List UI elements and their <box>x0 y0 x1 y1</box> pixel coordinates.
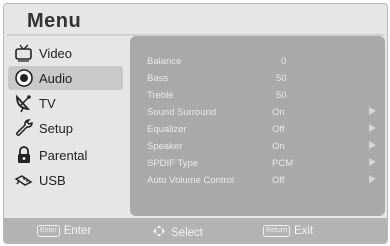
submenu-arrow-icon <box>369 175 376 183</box>
sidebar-item-label: Setup <box>39 120 73 136</box>
setting-row-equalizer[interactable]: Equalizer Off <box>130 121 385 138</box>
usb-plug-icon <box>14 170 34 190</box>
setting-value: PCM <box>272 158 294 169</box>
sidebar-item-usb[interactable]: USB <box>8 168 123 192</box>
submenu-arrow-icon <box>369 124 376 132</box>
sidebar-item-parental[interactable]: Parental <box>8 143 123 167</box>
setting-value: Off <box>272 175 285 186</box>
select-hint-label: Select <box>171 226 203 239</box>
sidebar-item-audio[interactable]: Audio <box>8 66 123 90</box>
setting-value: Off <box>272 124 285 135</box>
navigate-arrows-icon <box>152 225 166 240</box>
setting-label: SPDIF Type <box>147 158 199 169</box>
wrench-icon <box>14 118 34 138</box>
footer-hint-bar: Enter Enter Select Return Exit <box>4 218 387 243</box>
satellite-dish-icon <box>14 93 34 113</box>
setting-value: On <box>272 107 285 118</box>
submenu-arrow-icon <box>369 141 376 149</box>
setting-row-bass[interactable]: Bass 50 <box>130 70 385 87</box>
setting-row-spdif-type[interactable]: SPDIF Type PCM <box>130 155 385 172</box>
setting-value: 50 <box>276 73 287 84</box>
setting-label: Bass <box>147 73 169 84</box>
submenu-arrow-icon <box>369 158 376 166</box>
sidebar-item-label: Parental <box>39 147 88 163</box>
setting-row-treble[interactable]: Treble 50 <box>130 87 385 104</box>
setting-label: Auto Volume Control <box>147 175 235 186</box>
menu-screen: Menu Video Audio TV Setup Parental USB B… <box>3 3 388 244</box>
exit-hint: Return Exit <box>263 225 313 237</box>
return-key-icon: Return <box>263 225 291 237</box>
sidebar-item-setup[interactable]: Setup <box>8 116 123 140</box>
padlock-icon <box>14 145 34 165</box>
setting-label: Sound Surround <box>147 107 217 118</box>
menu-title: Menu <box>27 10 82 32</box>
sidebar-item-label: TV <box>39 95 56 111</box>
setting-row-balance[interactable]: Balance 0 <box>130 53 385 70</box>
setting-row-sound-surround[interactable]: Sound Surround On <box>130 104 385 121</box>
speaker-icon <box>14 68 34 88</box>
tv-set-icon <box>14 43 34 63</box>
enter-hint-label: Enter <box>63 225 92 237</box>
exit-hint-label: Exit <box>294 225 314 237</box>
setting-label: Speaker <box>147 141 183 152</box>
sidebar-item-label: Video <box>39 45 73 61</box>
setting-label: Balance <box>147 56 182 67</box>
sidebar-item-label: USB <box>39 172 66 188</box>
setting-label: Treble <box>147 90 174 101</box>
audio-settings-panel: Balance 0 Bass 50 Treble 50 Sound Surrou… <box>130 36 385 216</box>
setting-value: On <box>272 141 285 152</box>
setting-value: 0 <box>281 56 287 67</box>
setting-value: 50 <box>276 90 287 101</box>
submenu-arrow-icon <box>369 107 376 115</box>
setting-row-speaker[interactable]: Speaker On <box>130 138 385 155</box>
setting-row-auto-volume-control[interactable]: Auto Volume Control Off <box>130 172 385 189</box>
select-hint: Select <box>152 225 203 240</box>
setting-label: Equalizer <box>147 124 187 135</box>
enter-hint: Enter Enter <box>37 225 91 237</box>
sidebar-item-video[interactable]: Video <box>8 41 123 65</box>
sidebar-item-tv[interactable]: TV <box>8 91 123 115</box>
enter-key-icon: Enter <box>37 225 60 237</box>
sidebar-item-label: Audio <box>39 70 73 86</box>
